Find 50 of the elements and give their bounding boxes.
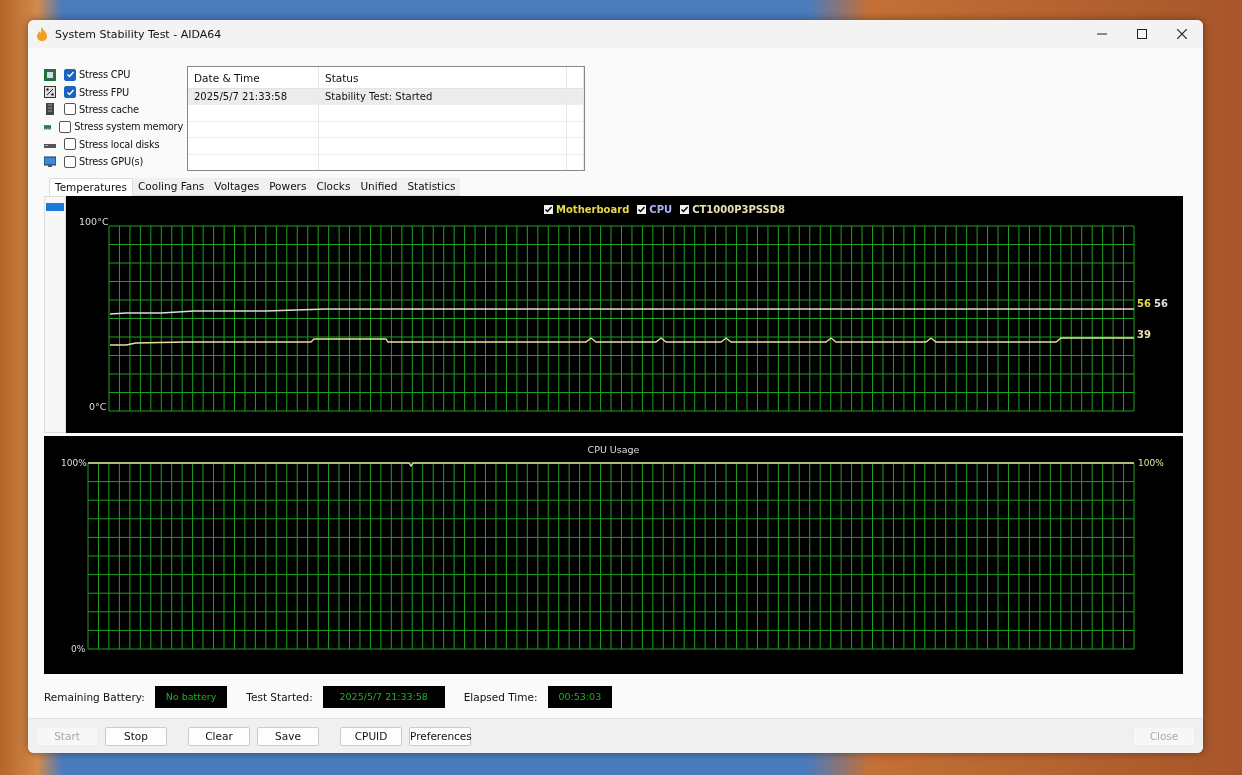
- checkmark-icon: [680, 205, 690, 214]
- window-title: System Stability Test - AIDA64: [55, 27, 222, 41]
- tab[interactable]: Powers: [264, 178, 312, 196]
- legend-checkbox[interactable]: CPU: [637, 203, 673, 216]
- button[interactable]: CPUID: [340, 726, 402, 746]
- tab[interactable]: Unified: [355, 178, 403, 196]
- axis-label: 0°C: [89, 401, 107, 412]
- checkmark-icon: [637, 205, 647, 214]
- tab[interactable]: Voltages: [209, 178, 265, 196]
- axis-label: 100%: [61, 458, 87, 468]
- button[interactable]: Preferences: [409, 726, 471, 746]
- stress-checkbox[interactable]: Stress local disks: [64, 138, 160, 151]
- status-label: Test Started:: [246, 691, 313, 703]
- memory-module-icon: [44, 103, 56, 116]
- chip-icon: [44, 68, 56, 81]
- percent-chip-icon: [44, 86, 56, 99]
- close-icon[interactable]: [1177, 29, 1187, 39]
- flame-icon: [36, 27, 48, 41]
- status-value: 00:53:03: [547, 686, 613, 708]
- stress-checkbox[interactable]: Stress CPU: [64, 68, 131, 81]
- stress-checkbox[interactable]: Stress GPU(s): [64, 155, 144, 168]
- legend-checkbox[interactable]: Motherboard: [544, 203, 630, 216]
- tab[interactable]: Cooling Fans: [133, 178, 210, 196]
- column-header[interactable]: Date & Time: [188, 67, 319, 89]
- tab[interactable]: Clocks: [311, 178, 356, 196]
- checkmark-icon: [544, 205, 554, 214]
- reading-value: 100%: [1138, 458, 1164, 468]
- monitor-icon: [44, 155, 56, 168]
- stress-checkbox[interactable]: Stress FPU: [64, 86, 129, 99]
- axis-label: 100°C: [79, 216, 109, 227]
- chart-title: CPU Usage: [587, 444, 640, 455]
- reading-value: 56: [1153, 298, 1168, 309]
- button[interactable]: Clear: [188, 726, 250, 746]
- legend-checkbox[interactable]: CT1000P3PSSD8: [680, 203, 785, 216]
- status-label: Elapsed Time:: [463, 691, 538, 703]
- reading-value: 56: [1137, 298, 1151, 309]
- status-value: No battery: [154, 686, 228, 708]
- status-value: 2025/5/7 21:33:58: [322, 686, 445, 708]
- stress-checkbox[interactable]: Stress cache: [64, 103, 139, 116]
- stress-checkbox[interactable]: Stress system memory: [59, 120, 183, 133]
- scroll-thumb[interactable]: [46, 203, 64, 211]
- axis-label: 0%: [71, 644, 86, 654]
- tab[interactable]: Temperatures: [49, 178, 133, 196]
- button[interactable]: Save: [257, 726, 319, 746]
- status-label: Remaining Battery:: [44, 691, 145, 703]
- button[interactable]: Stop: [105, 726, 167, 746]
- tab[interactable]: Statistics: [402, 178, 461, 196]
- maximize-icon[interactable]: [1137, 29, 1147, 39]
- reading-value: 39: [1137, 329, 1151, 340]
- column-header[interactable]: Status: [318, 67, 567, 89]
